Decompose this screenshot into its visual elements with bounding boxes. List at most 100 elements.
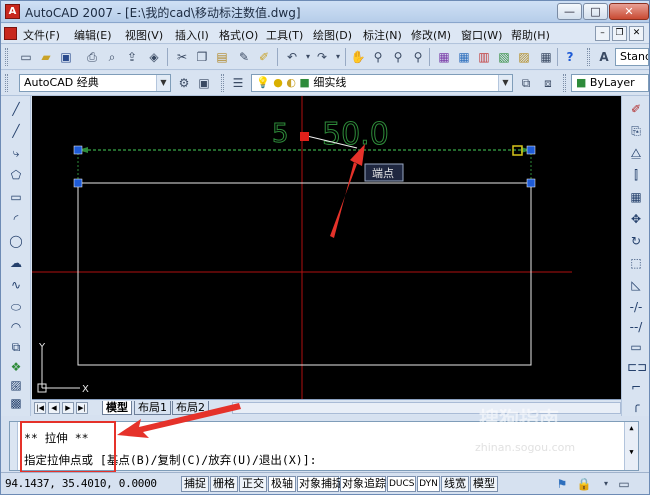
trim-icon[interactable]: -/- [627, 298, 645, 316]
menu-edit[interactable]: 编辑(E) [74, 27, 112, 43]
otrack-toggle[interactable]: 对象追踪 [340, 476, 386, 492]
zoom-previous-icon[interactable]: ⚲ [409, 48, 427, 66]
grip-hot-text[interactable] [300, 132, 309, 141]
grip-rect-right[interactable] [526, 178, 536, 188]
tool-palettes-icon[interactable]: ▥ [475, 48, 493, 66]
extend-icon[interactable]: --/ [627, 318, 645, 336]
toolbar-grip[interactable] [5, 74, 8, 92]
publish-icon[interactable]: ⇪ [123, 48, 141, 66]
grip-rect-left[interactable] [73, 178, 83, 188]
construction-line-icon[interactable]: ╱ [7, 122, 25, 140]
menu-dimension[interactable]: 标注(N) [363, 27, 402, 43]
layer-previous-icon[interactable]: ⧈ [539, 74, 557, 92]
open-folder-icon[interactable]: ▰ [37, 48, 55, 66]
chevron-down-icon[interactable]: ▼ [498, 75, 512, 91]
block-editor-icon[interactable]: ✐ [255, 48, 273, 66]
first-tab-icon[interactable]: |◀ [34, 402, 46, 414]
array-icon[interactable]: ▦ [627, 188, 645, 206]
workspace-select[interactable]: AutoCAD 经典 ▼ [19, 74, 171, 92]
ortho-toggle[interactable]: 正交 [239, 476, 267, 492]
lineweight-toggle[interactable]: 线宽 [441, 476, 469, 492]
text-style-select[interactable]: Stand [615, 48, 649, 66]
arc-icon[interactable]: ◜ [7, 210, 25, 228]
toolbar-grip[interactable] [563, 74, 566, 92]
join-icon[interactable]: ⊏⊐ [627, 358, 647, 376]
gradient-icon[interactable]: ▩ [7, 394, 25, 412]
workspace-save-icon[interactable]: ▣ [195, 74, 213, 92]
toolbar-grip[interactable] [221, 74, 224, 92]
prev-tab-icon[interactable]: ◀ [48, 402, 60, 414]
hatch-icon[interactable]: ▨ [7, 376, 25, 394]
minimize-button[interactable]: — [557, 3, 582, 20]
pan-icon[interactable]: ✋ [349, 48, 367, 66]
ellipse-arc-icon[interactable]: ◠ [7, 318, 25, 336]
ducs-toggle[interactable]: DUCS [387, 476, 416, 492]
menu-draw[interactable]: 绘图(D) [313, 27, 352, 43]
dyn-toggle[interactable]: DYN [417, 476, 440, 492]
osnap-toggle[interactable]: 对象捕捉 [297, 476, 343, 492]
markup-icon[interactable]: ▨ [515, 48, 533, 66]
status-menu-icon[interactable]: ▾ [597, 475, 615, 493]
stretch-icon[interactable]: ◺ [627, 276, 645, 294]
grip-dimension-right[interactable] [526, 145, 536, 155]
polyline-icon[interactable]: ⤷ [7, 144, 25, 162]
menu-file[interactable]: 文件(F) [23, 27, 60, 43]
snap-toggle[interactable]: 捕捉 [181, 476, 209, 492]
layer-manager-icon[interactable]: ☰ [229, 74, 247, 92]
close-button[interactable]: ✕ [609, 3, 649, 20]
fillet-icon[interactable]: ╭ [627, 396, 645, 414]
revision-cloud-icon[interactable]: ☁ [7, 254, 25, 272]
toolbar-grip[interactable] [5, 48, 8, 66]
dimension-text[interactable]: 50.0 [322, 117, 390, 153]
design-center-icon[interactable]: ▦ [455, 48, 473, 66]
menu-help[interactable]: 帮助(H) [511, 27, 550, 43]
polygon-icon[interactable]: ⬠ [7, 166, 25, 184]
menu-modify[interactable]: 修改(M) [411, 27, 451, 43]
sheet-set-icon[interactable]: ▧ [495, 48, 513, 66]
menu-format[interactable]: 格式(O) [219, 27, 258, 43]
mirror-icon[interactable]: ⧋ [627, 144, 645, 162]
model-space-toggle[interactable]: 模型 [470, 476, 498, 492]
move-icon[interactable]: ✥ [627, 210, 645, 228]
properties-icon[interactable]: ▦ [435, 48, 453, 66]
horizontal-scrollbar[interactable] [232, 402, 621, 414]
color-select[interactable]: ■ ByLayer [571, 74, 649, 92]
make-block-icon[interactable]: ❖ [7, 358, 25, 376]
line-icon[interactable]: ╱ [7, 100, 25, 118]
drawing-canvas[interactable]: 5 50.0 端点 Y X [32, 96, 621, 399]
menu-window[interactable]: 窗口(W) [461, 27, 502, 43]
copy-icon[interactable]: ❐ [193, 48, 211, 66]
chamfer-icon[interactable]: ⌐ [627, 378, 645, 396]
spline-icon[interactable]: ∿ [7, 276, 25, 294]
zoom-realtime-icon[interactable]: ⚲ [369, 48, 387, 66]
command-window-grip[interactable] [10, 422, 18, 470]
rectangle-icon[interactable]: ▭ [7, 188, 25, 206]
print-preview-icon[interactable]: ⌕ [103, 48, 121, 66]
insert-block-icon[interactable]: ⧉ [7, 338, 25, 356]
zoom-window-icon[interactable]: ⚲ [389, 48, 407, 66]
clean-screen-icon[interactable]: ▭ [615, 475, 633, 493]
lock-toolbars-icon[interactable]: 🔒 [575, 475, 593, 493]
copy-object-icon[interactable]: ⎘ [627, 122, 645, 140]
document-icon[interactable] [4, 27, 17, 40]
new-file-icon[interactable]: ▭ [17, 48, 35, 66]
autocad-app-icon[interactable]: A [5, 4, 20, 19]
erase-icon[interactable]: ✐ [627, 100, 645, 118]
polar-toggle[interactable]: 极轴 [268, 476, 296, 492]
calculator-icon[interactable]: ▦ [537, 48, 555, 66]
rotate-icon[interactable]: ↻ [627, 232, 645, 250]
cut-icon[interactable]: ✂ [173, 48, 191, 66]
break-icon[interactable]: ▭ [627, 338, 645, 356]
text-style-icon[interactable]: A [595, 48, 613, 66]
menu-tools[interactable]: 工具(T) [266, 27, 303, 43]
print-icon[interactable]: ⎙ [83, 48, 101, 66]
3d-dwf-icon[interactable]: ◈ [145, 48, 163, 66]
last-tab-icon[interactable]: ▶| [76, 402, 88, 414]
grid-toggle[interactable]: 栅格 [210, 476, 238, 492]
toolbar-grip[interactable] [587, 48, 590, 66]
make-layer-current-icon[interactable]: ⧉ [517, 74, 535, 92]
command-scrollbar[interactable]: ▲ ▼ [624, 422, 638, 470]
scale-icon[interactable]: ⬚ [627, 254, 645, 272]
doc-minimize-button[interactable]: – [595, 26, 610, 41]
offset-icon[interactable]: ⫿ [627, 166, 645, 184]
